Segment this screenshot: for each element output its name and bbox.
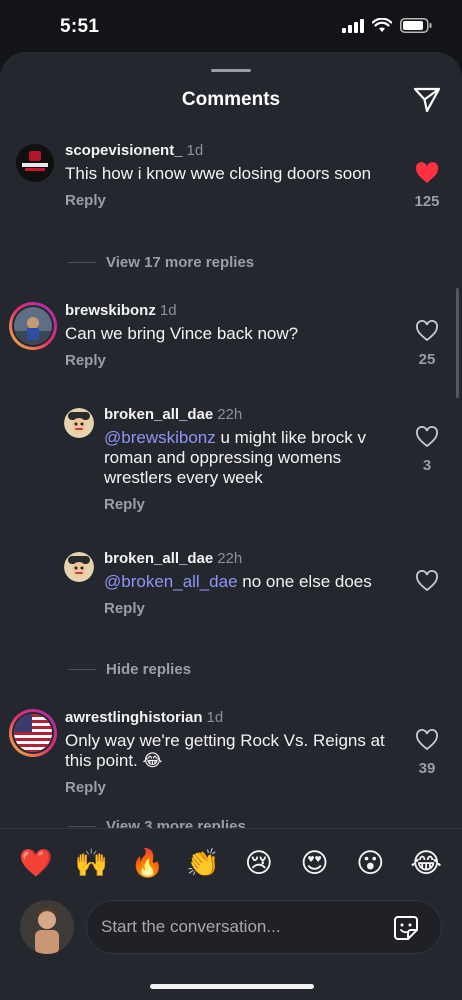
reaction-heart[interactable]: ❤️	[19, 847, 53, 879]
avatar-image	[64, 408, 94, 438]
thread-line	[68, 669, 96, 670]
avatar-image	[20, 900, 74, 954]
avatar-image	[16, 144, 54, 182]
comment-time: 1d	[206, 709, 224, 726]
home-indicator	[150, 984, 314, 989]
sticker-icon[interactable]	[391, 913, 421, 943]
heart-outline-icon[interactable]	[415, 426, 439, 448]
status-icons	[342, 18, 432, 33]
thread-label[interactable]: View 17 more replies	[106, 254, 254, 271]
avatar[interactable]	[9, 302, 57, 350]
heart-outline-icon[interactable]	[415, 570, 439, 592]
status-bar: 5:51	[0, 0, 462, 52]
like-count: 125	[414, 193, 440, 210]
sheet-grabber[interactable]	[211, 69, 251, 72]
like-count: 25	[418, 351, 436, 368]
heart-outline-icon[interactable]	[415, 729, 439, 751]
thread-line	[68, 262, 96, 263]
input-placeholder: Start the conversation...	[101, 917, 281, 936]
reply-text: @broken_all_dae no one else does	[104, 572, 404, 592]
reply-time: 22h	[217, 550, 243, 567]
avatar-image	[64, 552, 94, 582]
reply-username[interactable]: broken_all_dae	[104, 550, 213, 567]
thread-label[interactable]: Hide replies	[106, 661, 191, 678]
comment-username[interactable]: brewskibonz	[65, 302, 156, 319]
comment-time: 1d	[159, 302, 177, 319]
hide-replies[interactable]: Hide replies	[68, 661, 191, 678]
sheet-title: Comments	[181, 89, 281, 110]
thread-line	[68, 826, 96, 827]
battery-icon	[400, 18, 432, 33]
comment-username[interactable]: scopevisionent_	[65, 142, 183, 159]
like-count: 39	[418, 760, 436, 777]
reply-username[interactable]: broken_all_dae	[104, 406, 213, 423]
view-more-replies[interactable]: View 17 more replies	[68, 254, 254, 271]
comment-username[interactable]: awrestlinghistorian	[65, 709, 203, 726]
comment-text: This how i know wwe closing doors soon	[65, 164, 372, 183]
wifi-icon	[372, 18, 392, 32]
share-icon[interactable]	[412, 84, 442, 114]
reply-text: @brewskibonz u might like brock v roman …	[104, 428, 404, 488]
reply-body: no one else does	[237, 572, 372, 591]
reply-button[interactable]: Reply	[104, 600, 145, 617]
reaction-raised-hands[interactable]: 🙌	[75, 847, 109, 879]
comment-text: Only way we're getting Rock Vs. Reigns a…	[65, 731, 385, 770]
reply-time: 22h	[217, 406, 243, 423]
like-count: 3	[422, 457, 432, 474]
comment-input[interactable]: Start the conversation...	[86, 900, 442, 954]
reaction-fire[interactable]: 🔥	[130, 847, 165, 879]
reply-button[interactable]: Reply	[65, 779, 106, 796]
comment-composer: Start the conversation...	[0, 890, 462, 1000]
mention-link[interactable]: @broken_all_dae	[104, 572, 238, 591]
avatar[interactable]	[16, 144, 54, 182]
reaction-surprised[interactable]: 😮	[353, 847, 387, 879]
reaction-crying[interactable]: 😢	[242, 847, 276, 879]
heart-outline-icon[interactable]	[415, 320, 439, 342]
my-avatar	[20, 900, 74, 954]
comment-time: 1d	[186, 142, 204, 159]
reaction-clap[interactable]: 👏	[186, 847, 220, 879]
status-time: 5:51	[60, 16, 100, 37]
reply-button[interactable]: Reply	[65, 192, 106, 209]
mention-link[interactable]: @brewskibonz	[104, 428, 216, 447]
quick-reaction-bar: ❤️ 🙌 🔥 👏 😢 😍 😮 😂	[0, 828, 462, 898]
signal-icon	[342, 18, 364, 33]
reaction-laughing[interactable]: 😂	[409, 847, 443, 879]
reaction-heart-eyes[interactable]: 😍	[298, 847, 332, 879]
reply-button[interactable]: Reply	[65, 352, 106, 369]
avatar[interactable]	[64, 552, 94, 582]
comment-text: Can we bring Vince back now?	[65, 324, 299, 343]
heart-filled-icon[interactable]	[415, 162, 439, 184]
avatar-image	[14, 307, 52, 345]
reply-button[interactable]: Reply	[104, 496, 145, 513]
avatar[interactable]	[64, 408, 94, 438]
avatar[interactable]	[9, 709, 57, 757]
flag-avatar-image	[14, 714, 52, 752]
scrollbar[interactable]	[456, 288, 459, 398]
